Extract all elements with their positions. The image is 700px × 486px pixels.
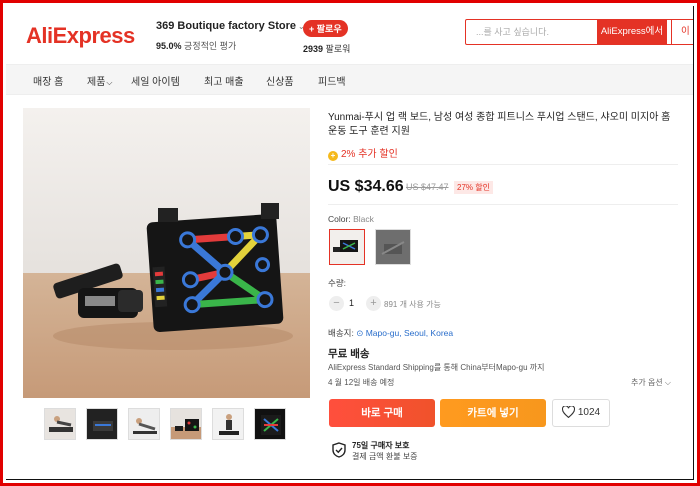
thumbnail-4[interactable] <box>170 408 202 440</box>
protection-subtitle: 결제 금액 환불 보증 <box>352 452 418 461</box>
buy-now-button[interactable]: 바로 구매 <box>329 399 435 427</box>
wishlist-count: 1024 <box>577 407 601 418</box>
nav-sale-items[interactable]: 세일 아이템 <box>131 73 180 88</box>
thumbnail-5[interactable] <box>212 408 244 440</box>
shipping-method: AliExpress Standard Shipping를 통해 China부터… <box>328 363 545 372</box>
thumbnail-3[interactable] <box>128 408 160 440</box>
follower-count: 2939 팔로워 <box>303 44 351 54</box>
thumbnail-1[interactable] <box>44 408 76 440</box>
thumbnail-6[interactable] <box>254 408 286 440</box>
search-bar: AliExpress에서 이 가 <box>465 19 693 45</box>
store-rating: 95.0% 긍정적인 평가 <box>156 41 237 51</box>
nav-top-sellers[interactable]: 최고 매출 <box>204 73 244 88</box>
original-price: US $47.47 <box>406 182 449 192</box>
search-store-button[interactable]: 이 가 <box>671 19 693 45</box>
divider <box>328 204 678 205</box>
protection-title: 75일 구매자 보호 <box>352 441 410 450</box>
quantity-available: 891 개 사용 가능 <box>384 300 441 309</box>
add-to-cart-button[interactable]: 카트에 넣기 <box>440 399 546 427</box>
quantity-label: 수량: <box>328 278 347 288</box>
wishlist-button[interactable]: 1024 <box>552 399 610 427</box>
color-swatch-gray[interactable] <box>375 229 411 265</box>
header: AliExpress 369 Boutique factory Store ⌄ 9… <box>6 6 693 64</box>
nav-store-home[interactable]: 매장 홈 <box>33 73 63 88</box>
nav-products[interactable]: 제품⌵ <box>87 73 112 88</box>
quantity-value[interactable]: 1 <box>349 298 354 308</box>
quantity-decrease-button[interactable]: − <box>329 296 344 311</box>
follow-block: + 팔로우 2939 팔로워 <box>303 19 350 55</box>
color-swatch-black[interactable] <box>329 229 365 265</box>
store-nav: 매장 홈 제품⌵ 세일 아이템 최고 매출 신상품 피드백 <box>6 64 693 95</box>
ship-to: 배송지: ⊙ Mapo-gu, Seoul, Korea <box>328 328 454 338</box>
search-aliexpress-button[interactable]: AliExpress에서 <box>597 19 667 45</box>
search-input[interactable] <box>466 20 596 44</box>
color-label: Color: Black <box>328 214 374 224</box>
coin-icon: + <box>328 151 338 161</box>
ship-to-location[interactable]: Mapo-gu, Seoul, Korea <box>366 328 453 338</box>
shield-check-icon <box>332 442 346 458</box>
nav-feedback[interactable]: 피드백 <box>318 73 346 88</box>
page: AliExpress 369 Boutique factory Store ⌄ 9… <box>6 6 694 480</box>
browser-frame: AliExpress 369 Boutique factory Store ⌄ 9… <box>0 0 700 486</box>
chevron-down-icon: ⌵ <box>664 378 671 387</box>
quantity-increase-button[interactable]: + <box>366 296 381 311</box>
product-price: US $34.66 <box>328 178 404 195</box>
aliexpress-logo[interactable]: AliExpress <box>26 23 135 49</box>
more-options-link[interactable]: 추가 옵션 ⌵ <box>631 377 671 388</box>
product-title: Yunmai-푸시 업 랙 보드, 남성 여성 종합 피트니스 푸시업 스탠드,… <box>328 112 671 137</box>
delivery-date: 4 월 12일 배송 예정 <box>328 378 395 387</box>
nav-new-arrivals[interactable]: 신상품 <box>266 73 294 88</box>
divider <box>328 164 678 165</box>
chevron-down-icon: ⌵ <box>106 78 113 87</box>
thumbnail-2[interactable] <box>86 408 118 440</box>
discount-badge: 27% 할인 <box>454 181 493 194</box>
location-icon: ⊙ <box>356 328 364 338</box>
extra-discount: +2% 추가 할인 <box>328 145 398 161</box>
store-info[interactable]: 369 Boutique factory Store ⌄ 95.0% 긍정적인 평… <box>156 20 305 52</box>
heart-icon <box>561 405 575 419</box>
product-main-image[interactable] <box>23 108 310 398</box>
store-name[interactable]: 369 Boutique factory Store ⌄ <box>156 20 305 32</box>
follow-button[interactable]: + 팔로우 <box>303 20 348 37</box>
free-shipping: 무료 배송 <box>328 348 370 360</box>
